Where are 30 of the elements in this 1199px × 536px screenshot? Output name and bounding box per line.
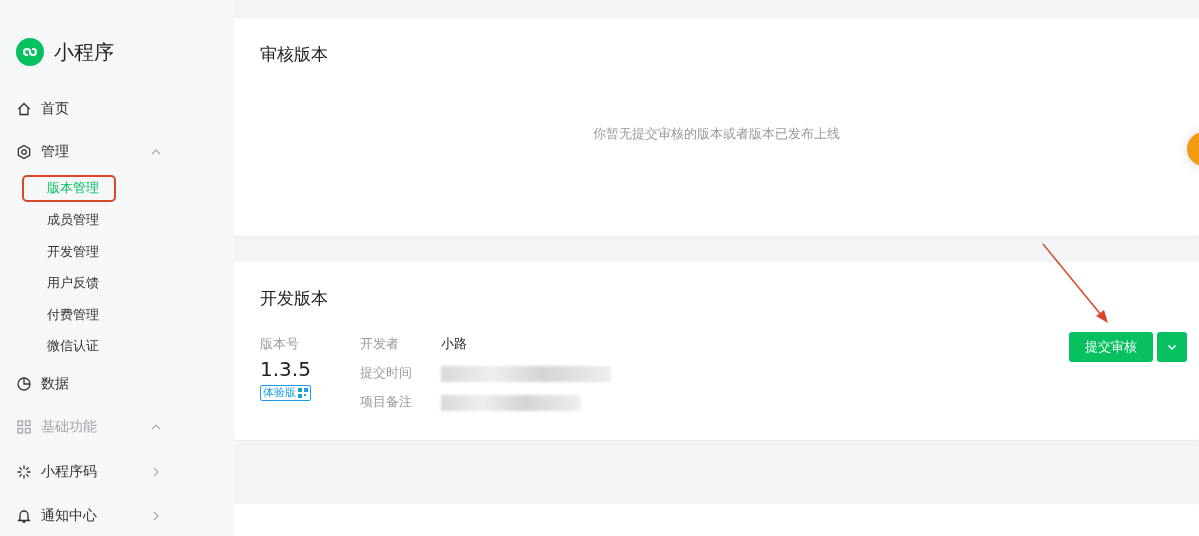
field-label: 开发者	[360, 336, 400, 353]
field-value: 小路	[441, 336, 468, 353]
version-number: 1.3.5	[260, 357, 311, 381]
bell-icon	[16, 507, 32, 524]
app-title: 小程序	[54, 38, 114, 66]
grid-icon	[16, 418, 32, 435]
nav-item[interactable]: 数据	[16, 362, 162, 406]
qr-code-icon	[298, 388, 308, 398]
field-label: 版本号	[260, 336, 299, 353]
field-label: 项目备注	[360, 394, 413, 411]
nav-subitem[interactable]: 开发管理	[22, 238, 116, 266]
sparkle-icon	[16, 463, 32, 480]
nav-item[interactable]: 小程序码	[16, 447, 162, 496]
card-title: 开发版本	[260, 288, 329, 310]
settings-icon	[16, 143, 32, 160]
pie-chart-icon	[16, 376, 32, 393]
field-label: 提交时间	[360, 365, 413, 382]
nav-subitem[interactable]: 微信认证	[22, 333, 116, 361]
home-icon	[16, 101, 32, 118]
nav-subitem[interactable]: 付费管理	[22, 301, 116, 329]
dropdown-button[interactable]	[1157, 332, 1187, 362]
nav-subitem[interactable]: 成员管理	[22, 207, 116, 235]
nav-item[interactable]: 通知中心	[16, 495, 162, 536]
card-title: 审核版本	[260, 44, 329, 66]
nav-subitem[interactable]: 用户反馈	[22, 270, 116, 298]
trial-tag: 体验版	[260, 385, 311, 401]
empty-message: 你暂无提交审核的版本或者版本已发布上线	[592, 126, 841, 143]
nav-item[interactable]: 管理	[16, 130, 162, 174]
nav-item[interactable]: 首页	[16, 88, 162, 131]
logo-icon	[16, 38, 44, 66]
